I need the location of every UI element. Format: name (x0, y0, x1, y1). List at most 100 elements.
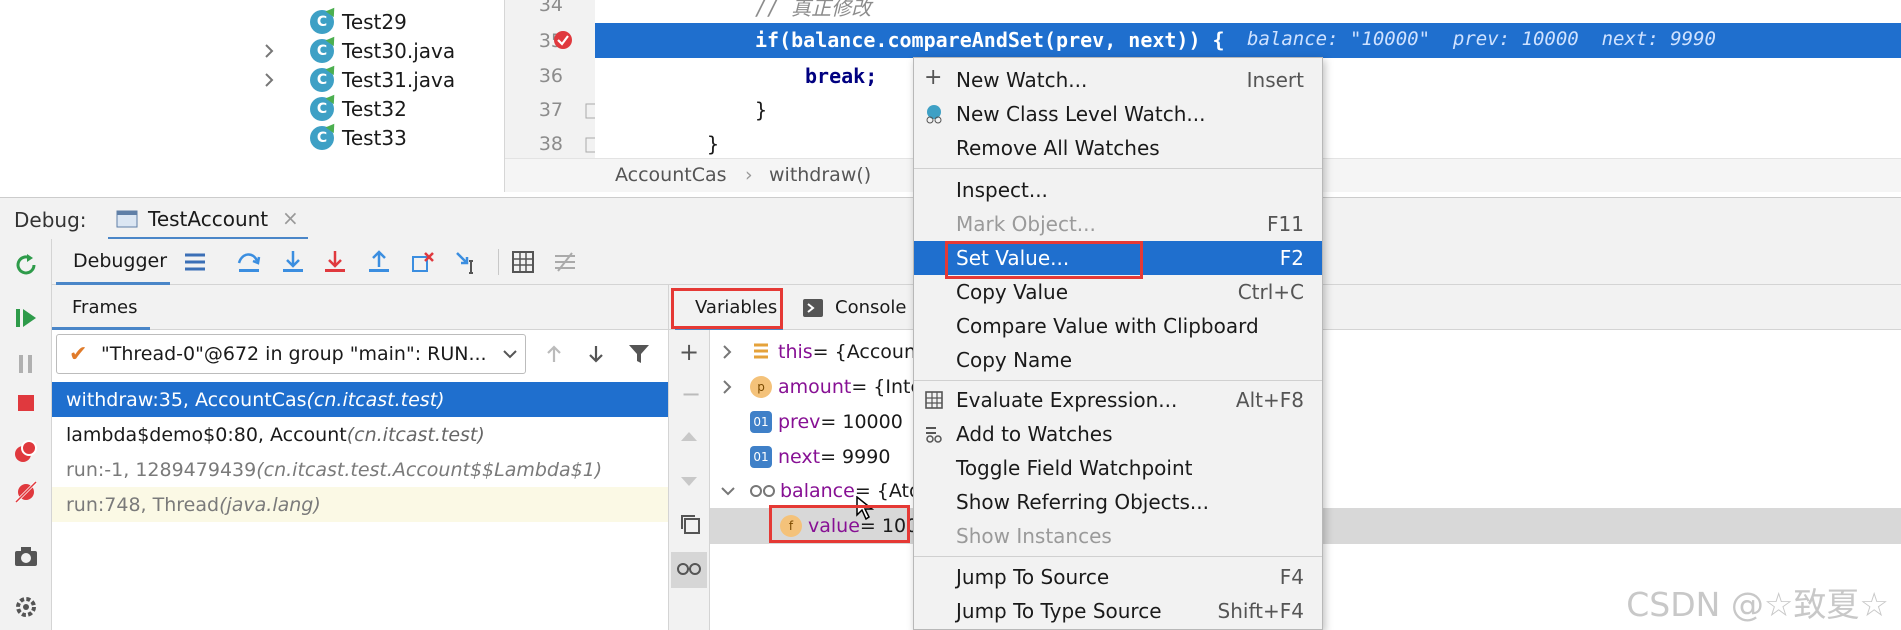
frame-row-selected[interactable]: withdraw:35, AccountCas (cn.itcast.test) (52, 382, 668, 417)
frame-row[interactable]: lambda$demo$0:80, Account (cn.itcast.tes… (52, 417, 668, 452)
frame-row[interactable]: run:-1, 1289479439 (cn.itcast.test.Accou… (52, 452, 668, 487)
menu-item-new-watch[interactable]: + New Watch... Insert (914, 63, 1322, 97)
chevron-down-icon (503, 350, 517, 359)
force-step-into-icon[interactable] (322, 249, 348, 275)
remove-watch-icon[interactable]: − (681, 380, 701, 408)
variable-row-next[interactable]: 01 next = 9990 (750, 439, 890, 474)
watermark: CSDN @☆致夏☆ (1626, 585, 1889, 624)
thread-selector[interactable]: ✔ "Thread-0"@672 in group "main": RUN... (56, 334, 526, 374)
menu-item-copy-name[interactable]: Copy Name (914, 343, 1322, 377)
editor-gutter: 34 35 36 37 38 (505, 0, 599, 162)
step-over-icon[interactable] (236, 249, 262, 275)
debug-session-tab[interactable]: TestAccount × (108, 198, 308, 240)
add-watch-icon[interactable]: + (679, 338, 699, 366)
breadcrumb-separator-icon: › (745, 164, 753, 186)
plus-icon: + (924, 65, 943, 90)
variable-row-prev[interactable]: 01 prev = 10000 (750, 404, 903, 439)
line-number: 34 (538, 0, 563, 16)
menu-item-compare-value[interactable]: Compare Value with Clipboard (914, 309, 1322, 343)
evaluate-icon (925, 391, 943, 409)
drop-frame-icon[interactable] (410, 249, 436, 275)
expand-arrow-icon[interactable] (260, 42, 278, 60)
code-line: if(balance.compareAndSet(prev, next)) { (755, 28, 1225, 52)
field-icon: f (780, 514, 802, 537)
debug-label: Debug: (14, 208, 87, 232)
menu-item-evaluate-expression[interactable]: Evaluate Expression... Alt+F8 (914, 383, 1322, 417)
view-breakpoints-icon[interactable] (13, 439, 39, 465)
close-icon[interactable]: × (282, 206, 299, 230)
variable-row-value[interactable]: f value = 100 (780, 508, 918, 543)
tab-console[interactable]: Console (803, 285, 913, 330)
menu-item-add-to-watches[interactable]: Add to Watches (914, 417, 1322, 451)
settings-icon[interactable] (13, 594, 39, 620)
class-icon: C (310, 10, 334, 34)
pause-icon[interactable] (13, 351, 39, 377)
code-line: } (707, 132, 720, 156)
expand-arrow-icon[interactable] (720, 344, 734, 360)
filter-icon[interactable] (628, 344, 650, 364)
code-comment: // 真正修改 (755, 0, 872, 20)
menu-item-new-class-level-watch[interactable]: New Class Level Watch... (914, 97, 1322, 131)
menu-separator (914, 168, 1322, 169)
menu-item-show-referring-objects[interactable]: Show Referring Objects... (914, 485, 1322, 519)
menu-item-remove-all-watches[interactable]: Remove All Watches (914, 131, 1322, 165)
evaluate-icon[interactable] (510, 249, 536, 275)
run-to-cursor-icon[interactable] (454, 249, 480, 275)
watch-toggle[interactable] (671, 552, 707, 588)
expand-arrow-icon[interactable] (720, 379, 734, 395)
variable-row-amount[interactable]: p amount = {Inte (720, 369, 922, 404)
next-frame-icon[interactable] (586, 344, 606, 364)
resume-icon[interactable] (13, 305, 39, 331)
menu-item-toggle-field-watchpoint[interactable]: Toggle Field Watchpoint (914, 451, 1322, 485)
checkmark-icon: ✔ (69, 342, 88, 367)
breakpoint-icon[interactable] (552, 29, 574, 51)
collapse-arrow-icon[interactable] (720, 484, 736, 498)
breadcrumb-class[interactable]: AccountCas (615, 164, 727, 186)
trace-icon[interactable] (552, 249, 578, 275)
variable-row-this[interactable]: this = {Accoun (720, 334, 916, 369)
application-icon (116, 210, 138, 228)
menu-item-jump-to-type-source[interactable]: Jump To Type Source Shift+F4 (914, 594, 1322, 628)
menu-item-copy-value[interactable]: Copy Value Ctrl+C (914, 275, 1322, 309)
line-number: 38 (538, 133, 563, 155)
menu-item-inspect[interactable]: Inspect... (914, 173, 1322, 207)
expand-arrow-icon[interactable] (260, 71, 278, 89)
previous-frame-icon[interactable] (544, 344, 564, 364)
tree-item[interactable]: C Test33 (270, 121, 407, 155)
step-out-icon[interactable] (366, 249, 392, 275)
move-up-icon[interactable] (680, 430, 698, 442)
mute-breakpoints-icon[interactable] (13, 479, 39, 505)
variable-row-balance[interactable]: balance = {Ato (720, 473, 921, 508)
rerun-icon[interactable] (13, 252, 39, 278)
duplicate-watch-icon[interactable] (679, 513, 701, 535)
layout-icon[interactable] (182, 249, 208, 275)
frame-row[interactable]: run:748, Thread (java.lang) (52, 487, 668, 522)
menu-item-set-value[interactable]: Set Value... F2 (914, 241, 1322, 275)
class-icon: C (310, 97, 334, 121)
tab-frames[interactable]: Frames (52, 285, 150, 330)
menu-item-mark-object: Mark Object... F11 (956, 212, 1304, 236)
code-line: } (755, 98, 768, 122)
primitive-icon: 01 (750, 445, 772, 468)
class-icon: C (310, 68, 334, 92)
move-down-icon[interactable] (680, 476, 698, 488)
menu-item-jump-to-source[interactable]: Jump To Source F4 (914, 560, 1322, 594)
parameter-icon: p (750, 375, 772, 398)
variables-side-toolbar: + − (668, 330, 710, 630)
class-icon: C (310, 126, 334, 150)
tab-variables[interactable]: Variables (675, 285, 783, 330)
context-menu: + New Watch... Insert New Class Level Watc… (913, 57, 1323, 630)
menu-separator (914, 556, 1322, 557)
class-icon: C (310, 39, 334, 63)
add-watch-icon (926, 427, 942, 443)
stop-icon[interactable] (13, 390, 39, 416)
code-line: break; (805, 64, 878, 88)
camera-icon[interactable] (13, 544, 39, 570)
tab-debugger[interactable]: Debugger (56, 239, 170, 285)
step-into-icon[interactable] (280, 249, 306, 275)
object-icon (754, 343, 768, 358)
inline-debug-values: balance: "10000" prev: 10000 next: 9990 (1247, 28, 1716, 50)
line-number: 36 (538, 65, 563, 87)
project-tree: C Test29 C Test30.java C Test31.java C T… (0, 0, 505, 192)
breadcrumb-method[interactable]: withdraw() (769, 164, 871, 186)
